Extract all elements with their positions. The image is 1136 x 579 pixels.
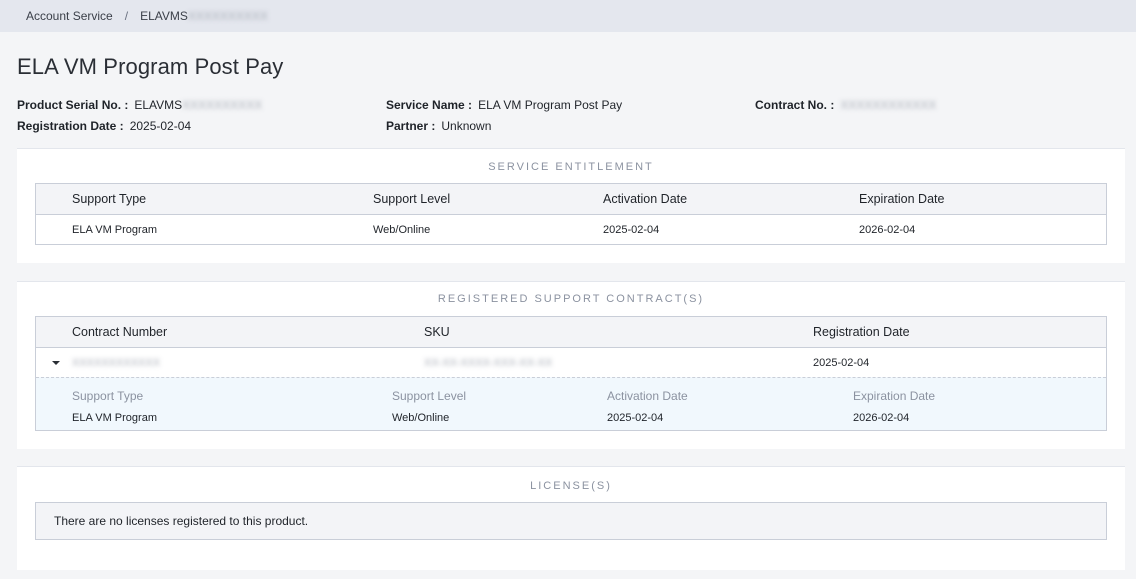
breadcrumb-serial-prefix: ELAVMS [140, 9, 188, 23]
table-header: Contract Number SKU Registration Date [36, 317, 1106, 348]
cell-expiration-date: 2026-02-04 [859, 223, 916, 236]
header-activation-date[interactable]: Activation Date [603, 184, 687, 214]
header-registration-date[interactable]: Registration Date [813, 317, 910, 347]
detail-activation-date: 2025-02-04 [607, 412, 664, 424]
header-expiration-date[interactable]: Expiration Date [859, 184, 944, 214]
detail-expiration-date: 2026-02-04 [853, 412, 910, 424]
service-name: Service Name : ELA VM Program Post Pay [386, 98, 622, 112]
product-serial: Product Serial No. : ELAVMSXXXXXXXXXX [17, 98, 262, 112]
partner-label: Partner : [386, 119, 436, 133]
contract-number: Contract No. : XXXXXXXXXXXX [755, 98, 936, 112]
breadcrumb-account-service[interactable]: Account Service [26, 9, 113, 23]
detail-label-support-type: Support Type [72, 389, 144, 403]
service-entitlement-table: Support Type Support Level Activation Da… [35, 183, 1107, 245]
detail-label-expiration-date: Expiration Date [853, 389, 936, 403]
service-name-label: Service Name : [386, 98, 473, 112]
partner-value: Unknown [441, 119, 492, 133]
detail-support-level: Web/Online [392, 412, 450, 424]
cell-support-type: ELA VM Program [72, 223, 157, 236]
detail-label-activation-date: Activation Date [607, 389, 688, 403]
registration-date-label: Registration Date : [17, 119, 124, 133]
licenses-empty-message: There are no licenses registered to this… [35, 502, 1107, 540]
table-header: Support Type Support Level Activation Da… [36, 184, 1106, 215]
partner: Partner : Unknown [386, 119, 491, 133]
cell-activation-date: 2025-02-04 [603, 223, 660, 236]
support-contracts-table: Contract Number SKU Registration Date XX… [35, 316, 1107, 431]
contract-number-masked: XXXXXXXXXXXX [72, 356, 161, 369]
detail-support-type: ELA VM Program [72, 412, 157, 424]
contract-detail: Support Type Support Level Activation Da… [36, 377, 1106, 430]
breadcrumb-serial-masked: XXXXXXXXXX [187, 9, 268, 23]
product-serial-value: ELAVMS [134, 98, 183, 112]
support-contracts-title: REGISTERED SUPPORT CONTRACT(S) [437, 293, 705, 305]
service-name-value: ELA VM Program Post Pay [478, 98, 623, 112]
table-row: ELA VM Program Web/Online 2025-02-04 202… [36, 215, 1106, 244]
registration-date: Registration Date : 2025-02-04 [17, 119, 191, 133]
registration-date-value: 2025-02-04 [129, 119, 192, 133]
registration-date-cell: 2025-02-04 [813, 356, 870, 369]
breadcrumb-separator: / [124, 9, 129, 23]
header-sku[interactable]: SKU [424, 317, 450, 347]
contract-number-cell: XXXXXXXXXXXX [72, 348, 160, 377]
breadcrumb: Account Service / ELAVMSXXXXXXXXXX [0, 0, 1136, 32]
licenses-title: LICENSE(S) [530, 480, 612, 492]
licenses-card: LICENSE(S) There are no licenses registe… [17, 466, 1125, 570]
header-support-level[interactable]: Support Level [373, 184, 450, 214]
header-support-type[interactable]: Support Type [72, 184, 146, 214]
breadcrumb-current: ELAVMSXXXXXXXXXX [140, 9, 268, 23]
cell-support-level: Web/Online [373, 223, 431, 236]
sku-masked: XX-XX-XXXX-XXX-XX-XX [424, 356, 553, 369]
contract-row[interactable]: XXXXXXXXXXXX XX-XX-XXXX-XXX-XX-XX 2025-0… [36, 348, 1106, 377]
sku-cell: XX-XX-XXXX-XXX-XX-XX [424, 348, 552, 377]
detail-label-support-level: Support Level [392, 389, 467, 403]
chevron-down-icon[interactable] [52, 361, 60, 365]
contract-number-masked: XXXXXXXXXXXX [840, 98, 937, 112]
support-contracts-card: REGISTERED SUPPORT CONTRACT(S) Contract … [17, 281, 1125, 449]
product-serial-masked: XXXXXXXXXX [182, 98, 263, 112]
service-entitlement-card: SERVICE ENTITLEMENT Support Type Support… [17, 148, 1125, 263]
product-serial-label: Product Serial No. : [17, 98, 129, 112]
service-entitlement-title: SERVICE ENTITLEMENT [488, 161, 654, 173]
contract-number-label: Contract No. : [755, 98, 835, 112]
header-contract-number[interactable]: Contract Number [72, 317, 167, 347]
page-title: ELA VM Program Post Pay [17, 54, 284, 79]
